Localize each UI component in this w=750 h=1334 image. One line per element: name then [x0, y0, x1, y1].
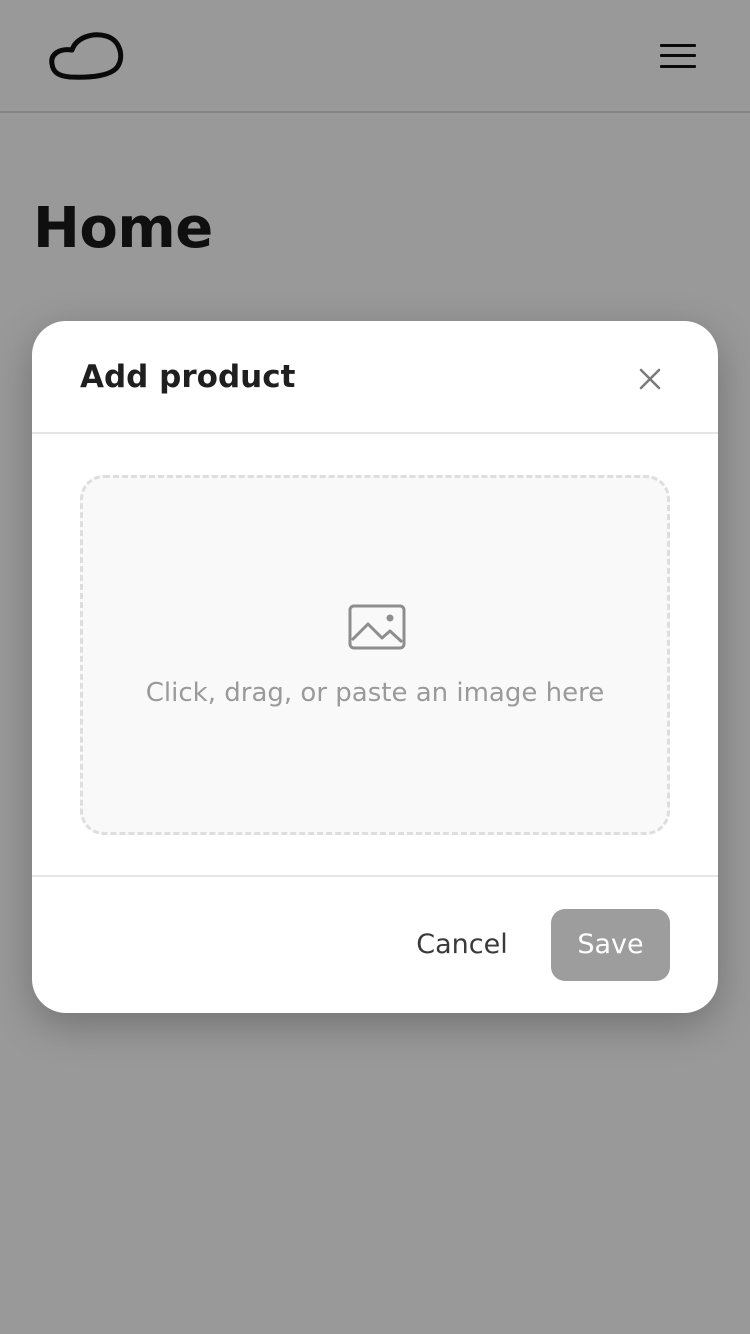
cancel-button[interactable]: Cancel [400, 909, 524, 981]
image-dropzone[interactable]: Click, drag, or paste an image here [80, 475, 670, 835]
dropzone-hint: Click, drag, or paste an image here [145, 678, 605, 708]
dialog-title: Add product [80, 359, 296, 395]
image-icon [348, 604, 406, 652]
dialog-header: Add product [32, 321, 718, 434]
add-product-dialog: Add product Click, drag, or paste an ima… [32, 321, 718, 1013]
close-icon[interactable] [632, 361, 668, 397]
save-button[interactable]: Save [551, 909, 670, 981]
dialog-footer: Cancel Save [32, 875, 718, 1013]
